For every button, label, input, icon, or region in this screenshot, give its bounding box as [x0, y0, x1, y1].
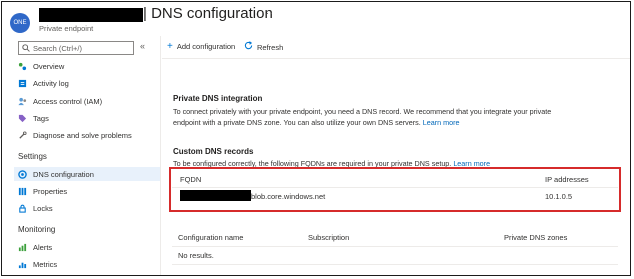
sidebar-item-label: Activity log: [33, 78, 69, 88]
sidebar-item-label: Tags: [33, 113, 49, 123]
tag-icon: [18, 114, 27, 123]
sidebar-item-label: Metrics: [33, 259, 58, 269]
config-table-row-divider: [172, 264, 618, 265]
column-header-fqdn: FQDN: [180, 175, 202, 184]
search-icon: [22, 44, 30, 52]
overview-icon: [18, 62, 27, 71]
collapse-sidebar-button[interactable]: «: [140, 41, 145, 51]
sidebar-item-label: Alerts: [33, 242, 53, 252]
refresh-label: Refresh: [257, 42, 284, 52]
properties-icon: [18, 187, 27, 196]
wrench-icon: [18, 130, 27, 140]
sidebar-item-activity-log[interactable]: Activity log: [18, 76, 156, 90]
metrics-icon: [18, 260, 27, 269]
dns-icon: [18, 169, 27, 179]
table-header-divider: [172, 187, 618, 188]
sidebar-item-tags[interactable]: Tags: [18, 111, 156, 125]
column-header-ip-addresses: IP addresses: [545, 175, 589, 184]
sidebar-item-label: DNS configuration: [33, 169, 94, 179]
add-configuration-label: Add configuration: [176, 42, 236, 51]
config-table-header-divider: [172, 246, 618, 247]
resource-avatar: ONE: [10, 13, 30, 33]
private-dns-text: To connect privately with your private e…: [173, 107, 552, 127]
column-header-configuration-name: Configuration name: [178, 233, 244, 242]
more-options-button[interactable]: ···: [262, 8, 274, 18]
private-dns-description: To connect privately with your private e…: [173, 106, 573, 128]
sidebar-item-alerts[interactable]: Alerts: [18, 240, 156, 254]
refresh-button[interactable]: Refresh: [244, 41, 283, 53]
search-placeholder: Search (Ctrl+/): [33, 43, 82, 53]
empty-results-text: No results.: [178, 251, 214, 260]
sidebar-item-metrics[interactable]: Metrics: [18, 257, 156, 271]
sidebar-item-diagnose[interactable]: Diagnose and solve problems: [18, 128, 156, 142]
sidebar-divider: [160, 36, 161, 275]
custom-dns-heading: Custom DNS records: [173, 147, 254, 156]
resource-type: Private endpoint: [39, 24, 94, 33]
sidebar-item-overview[interactable]: Overview: [18, 59, 156, 73]
sidebar-item-label: Diagnose and solve problems: [33, 130, 132, 140]
sidebar-item-label: Properties: [33, 186, 68, 196]
lock-icon: [18, 204, 27, 213]
sidebar-item-label: Access control (IAM): [33, 96, 103, 106]
iam-icon: [18, 97, 27, 106]
sidebar-item-label: Locks: [33, 203, 53, 213]
section-settings: Settings: [18, 152, 47, 161]
alerts-icon: [18, 243, 27, 252]
sidebar-item-properties[interactable]: Properties: [18, 184, 156, 198]
page-title: | DNS configuration: [143, 5, 273, 22]
private-dns-learn-more-link[interactable]: Learn more: [423, 118, 460, 127]
private-dns-heading: Private DNS integration: [173, 94, 263, 103]
search-input[interactable]: Search (Ctrl+/): [18, 41, 134, 55]
redacted-resource-name: [39, 8, 143, 22]
sidebar-item-dns-configuration[interactable]: DNS configuration: [14, 167, 160, 181]
ip-address-value: 10.1.0.5: [545, 192, 573, 201]
add-configuration-button[interactable]: + Add configuration: [167, 41, 235, 52]
refresh-icon: [244, 41, 253, 53]
column-header-private-dns-zones: Private DNS zones: [504, 233, 568, 242]
app-window: ONE | DNS configuration Private endpoint…: [1, 1, 631, 276]
section-monitoring: Monitoring: [18, 225, 56, 234]
fqdn-value: blob.core.windows.net: [251, 192, 326, 201]
redacted-fqdn-prefix: [180, 190, 251, 201]
sidebar-item-iam[interactable]: Access control (IAM): [18, 94, 156, 108]
sidebar-item-locks[interactable]: Locks: [18, 201, 156, 215]
sidebar-item-label: Overview: [33, 61, 65, 71]
toolbar-divider: [162, 58, 630, 59]
plus-icon: +: [167, 41, 173, 52]
activity-log-icon: [18, 79, 27, 88]
column-header-subscription: Subscription: [308, 233, 350, 242]
